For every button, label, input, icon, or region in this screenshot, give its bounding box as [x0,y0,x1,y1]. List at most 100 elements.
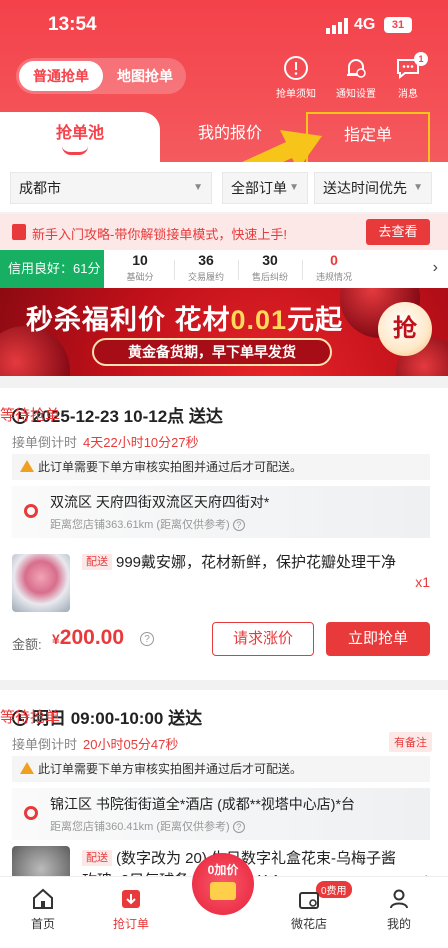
signal-icon [326,18,348,34]
review-warning: 此订单需要下单方审核实拍图并通过后才可配送。 [12,454,430,480]
has-note-badge: 有备注 [389,732,432,752]
review-warning: 此订单需要下单方审核实拍图并通过后才可配送。 [12,756,430,782]
location-pin-icon [24,806,38,820]
notify-settings-label: 通知设置 [336,89,376,100]
wallet-icon [210,882,236,900]
warning-text: 此订单需要下单方审核实拍图并通过后才可配送。 [38,762,303,776]
profile-icon [390,889,408,909]
city-select[interactable]: 成都市 ▼ [10,172,212,204]
battery-icon: 31 [384,17,412,33]
countdown: 接单倒计时 20小时05分47秒 [12,734,178,753]
stat-aftersale: 30 售后纠纷 [238,252,302,283]
stat-value: 30 [262,252,278,268]
order-card: 明日 09:00-10:00 送达 等待抢单 接单倒计时 20小时05分47秒 有… [0,680,448,904]
stat-value: 36 [198,252,214,268]
shop-icon [299,892,319,909]
location-pin-icon [24,504,38,518]
mode-normal-button[interactable]: 普通抢单 [19,61,103,91]
sort-value: 送达时间优先 [323,180,407,196]
delivery-tag: 配送 [82,554,112,570]
product-image[interactable] [12,554,70,612]
chevron-down-icon: ▼ [193,182,203,193]
countdown-label: 接单倒计时 [12,435,78,450]
stat-label: 违规情况 [315,272,352,282]
distance-text: 距离您店铺360.41km (距离仅供参考)? [50,818,245,834]
status-bar: 13:54 4G 31 [0,12,448,42]
warning-text: 此订单需要下单方审核实拍图并通过后才可配送。 [38,460,303,474]
mode-map-button[interactable]: 地图抢单 [106,61,184,91]
currency-symbol: ¥ [52,631,60,647]
tab-pool[interactable]: 抢单池 [0,112,160,162]
order-type-select[interactable]: 全部订单 ▼ [222,172,308,204]
nav-shop-label: 微花店 [290,917,327,931]
countdown-label: 接单倒计时 [12,737,78,752]
warning-icon [20,762,34,774]
zero-markup-label: 0加价 [207,863,239,877]
distance-text: 距离您店铺363.61km (距离仅供参考)? [50,516,245,532]
stat-label: 售后纠纷 [251,272,288,282]
chevron-down-icon: ▼ [289,182,299,193]
app-header: 13:54 4G 31 普通抢单 地图抢单 抢单须知 通知设置 消息 1 抢单池… [0,0,448,170]
tip-text[interactable]: 新手入门攻略-带你解锁接单模式，快速上手! [32,224,287,243]
help-icon[interactable]: ? [232,821,245,833]
chevron-right-icon[interactable]: › [433,259,438,277]
product-title: 配送 999戴安娜，花材新鲜，保护花瓣处理干净 [82,552,402,574]
countdown-value: 4天22小时10分27秒 [83,435,199,450]
order-card: 2025-12-23 10-12点 送达 等待抢单 接单倒计时 4天22小时10分… [0,388,448,680]
banner-grab-badge[interactable]: 抢 [378,302,432,356]
tab-my-quote[interactable]: 我的报价 [170,112,290,162]
help-icon[interactable]: ? [140,632,154,646]
home-icon [33,888,53,909]
stat-value: 0 [330,252,338,268]
nav-mine-label: 我的 [386,917,411,931]
messages-button[interactable]: 消息 [380,55,436,100]
order-status: 等待抢单 [0,407,61,424]
nav-shop[interactable]: 微花店 [274,887,344,932]
nav-orders[interactable]: 抢订单 [96,887,166,932]
delivery-tag: 配送 [82,850,112,866]
address-block[interactable]: 锦江区 书院街街道全*酒店 (成都**视塔中心店)*台 距离您店铺360.41k… [12,788,430,840]
bottom-nav: 首页 抢订单 0加价 0费用 微花店 我的 [0,853,448,948]
nav-home[interactable]: 首页 [8,887,78,932]
banner-title-post: 元起 [287,305,344,335]
amount-value: ¥200.00 [52,626,124,650]
notification-settings-icon [347,59,366,78]
request-raise-button[interactable]: 请求涨价 [212,622,314,656]
banner-title: 秒杀福利价 花材0.01元起 [26,298,343,337]
promo-banner[interactable]: 秒杀福利价 花材0.01元起 黄金备货期，早下单早发货 抢 [0,288,448,376]
address-text: 双流区 天府四街双流区天府四街对* [50,494,270,510]
view-guide-button[interactable]: 去查看 [366,219,430,245]
banner-subtitle: 黄金备货期，早下单早发货 [92,338,332,366]
distance-value: 距离您店铺363.61km (距离仅供参考) [50,519,230,531]
stat-value: 10 [132,252,148,268]
messages-label: 消息 [398,89,418,100]
credit-score[interactable]: 信用良好：61分 [0,250,104,288]
grab-order-button[interactable]: 立即抢单 [326,622,430,656]
order-status: 等待抢单 [0,709,61,726]
address-block[interactable]: 双流区 天府四街双流区天府四街对* 距离您店铺363.61km (距离仅供参考)… [12,486,430,538]
countdown: 接单倒计时 4天22小时10分27秒 [12,432,199,451]
amount-number: 200.00 [59,626,125,649]
countdown-value: 20小时05分47秒 [83,737,179,752]
stat-label: 基础分 [126,272,154,282]
chevron-down-icon: ▼ [413,182,423,193]
product-qty: x1 [415,574,430,590]
help-icon[interactable]: ? [232,519,245,531]
nav-zero-markup-button[interactable]: 0加价 [192,853,254,915]
rules-label: 抢单须知 [276,89,316,100]
mode-switch: 普通抢单 地图抢单 [16,58,186,94]
tip-bar: 新手入门攻略-带你解锁接单模式，快速上手! 去查看 [0,214,448,250]
tab-pool-label: 抢单池 [55,125,104,142]
sort-select[interactable]: 送达时间优先 ▼ [314,172,432,204]
stat-label: 交易履约 [187,272,224,282]
warning-icon [20,460,34,472]
rules-button[interactable]: 抢单须知 [268,55,324,100]
distance-value: 距离您店铺360.41km (距离仅供参考) [50,821,230,833]
banner-price: 0.01 [230,305,288,335]
credit-bar[interactable]: 信用良好：61分 10 基础分 36 交易履约 30 售后纠纷 0 违规情况 › [0,250,448,288]
banner-title-pre: 秒杀福利价 花材 [26,305,231,335]
filter-bar: 成都市 ▼ 全部订单 ▼ 送达时间优先 ▼ [0,162,448,212]
notify-settings-button[interactable]: 通知设置 [328,55,384,100]
nav-mine[interactable]: 我的 [364,887,434,932]
city-select-value: 成都市 [19,180,61,196]
